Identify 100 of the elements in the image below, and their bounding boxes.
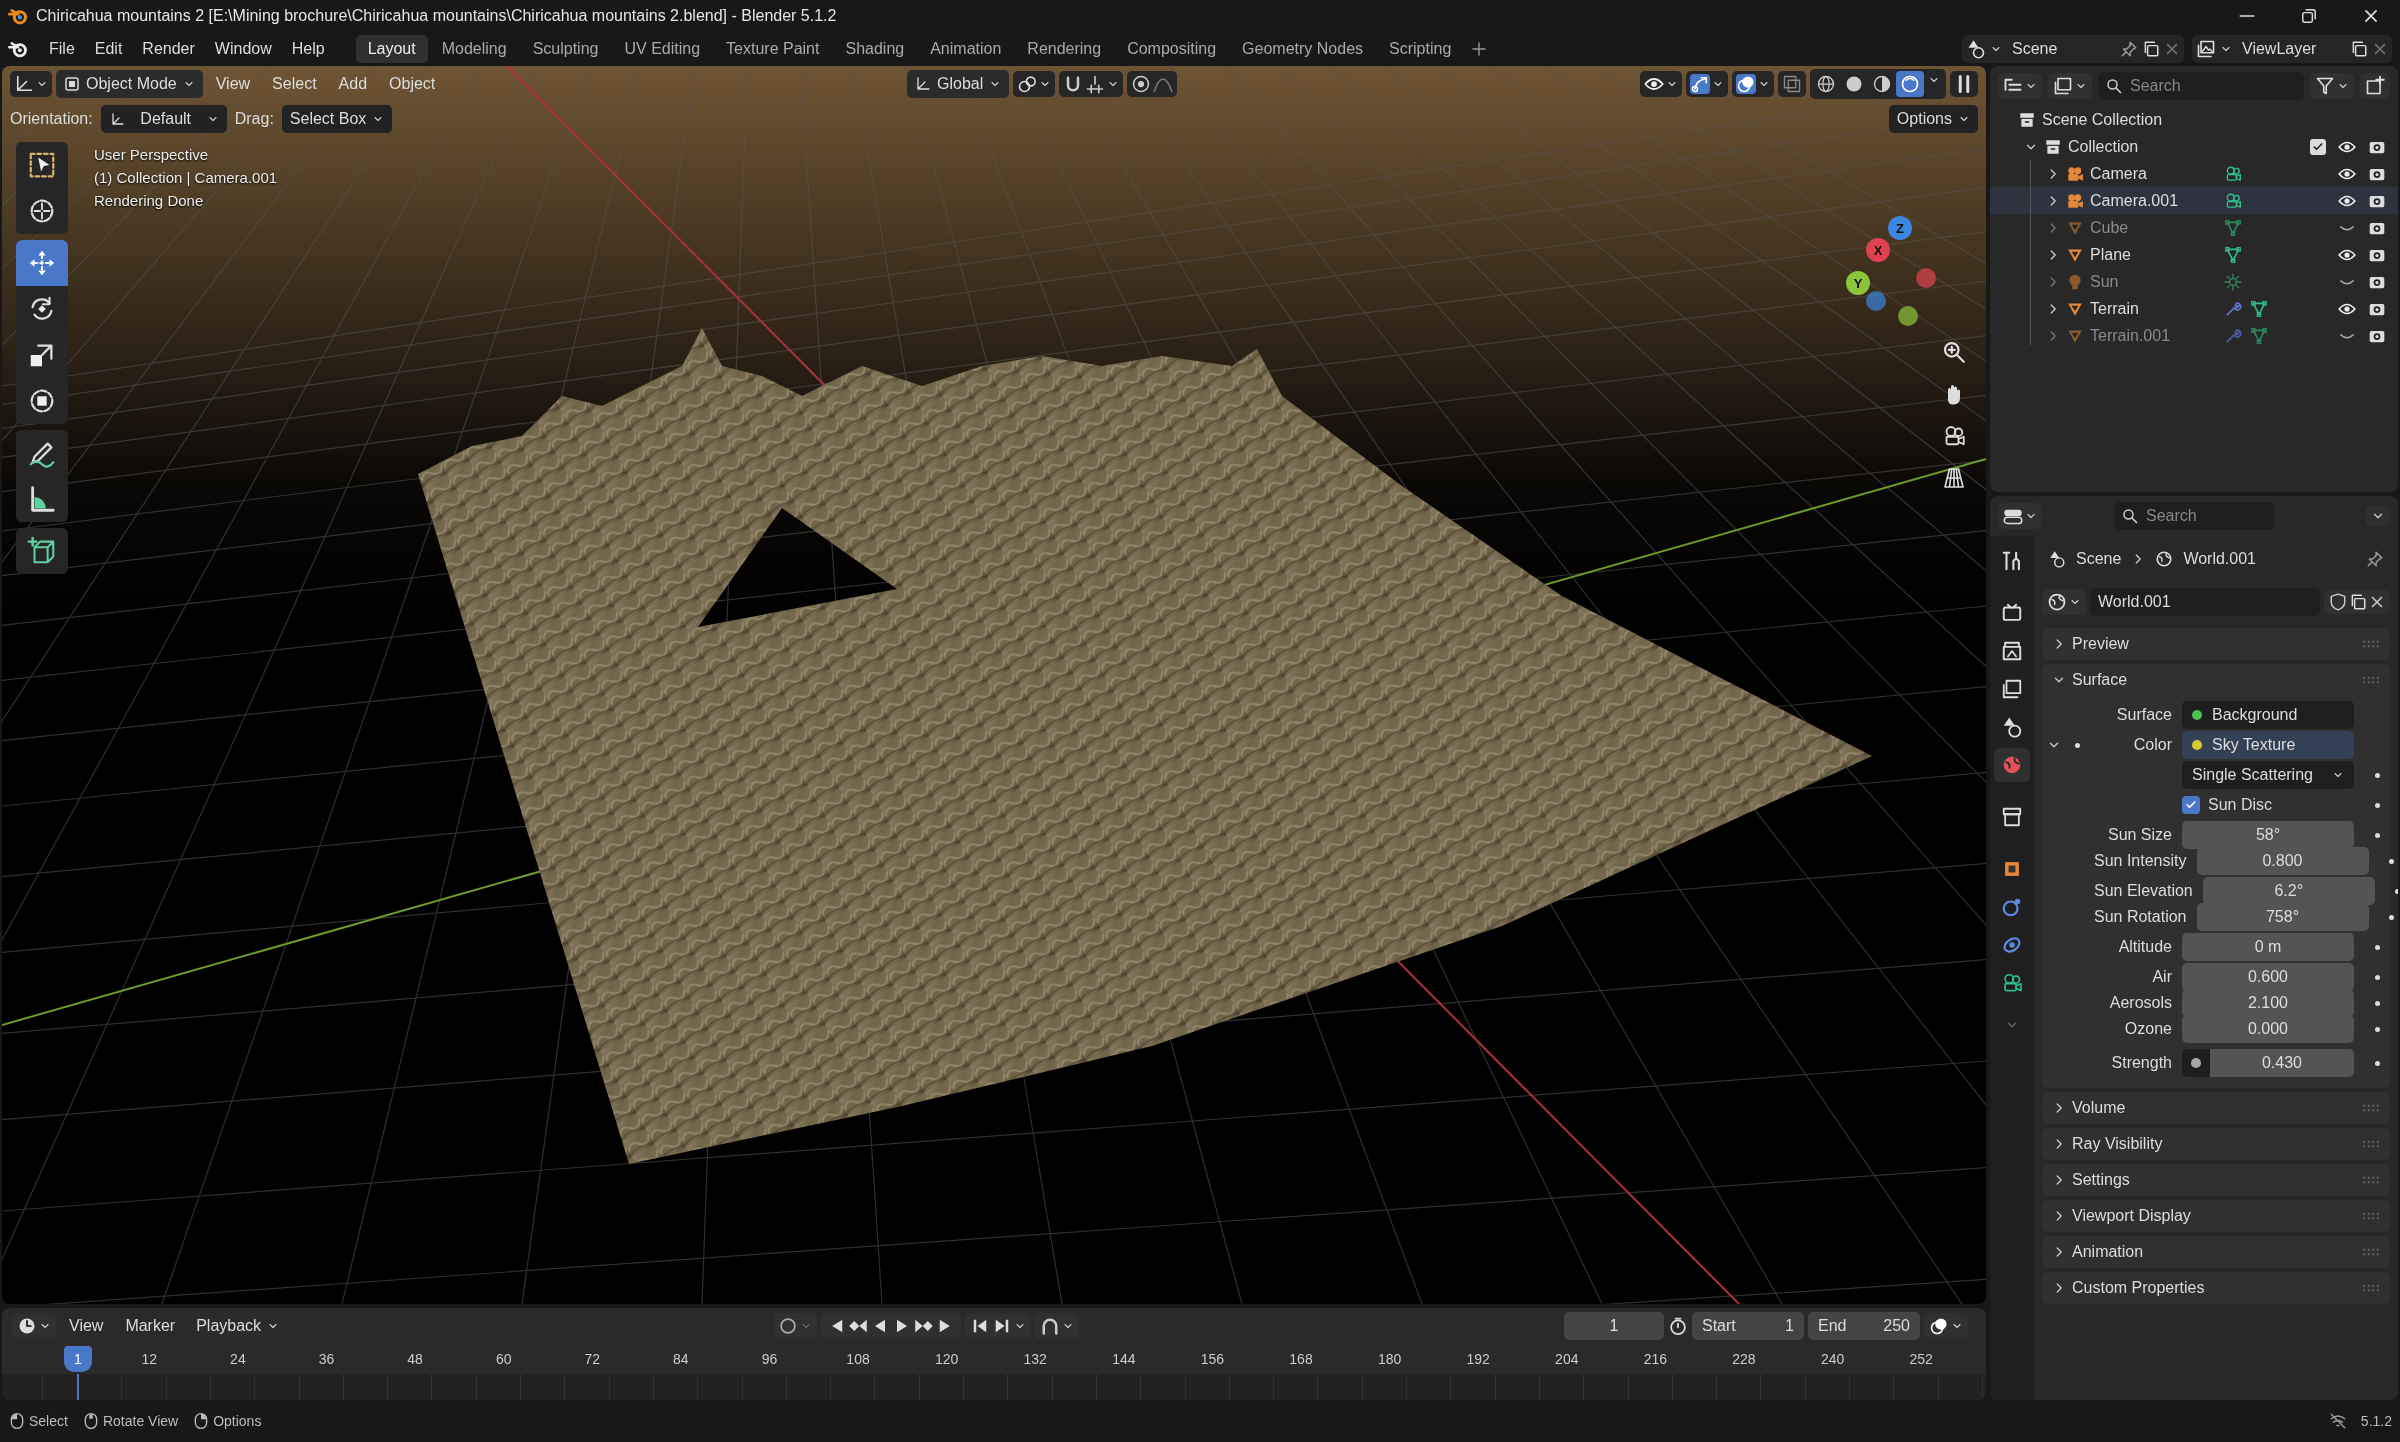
workspace-tab[interactable]: Animation (918, 35, 1014, 63)
mode-dropdown[interactable]: Object Mode (56, 70, 203, 98)
axis-dot[interactable] (1898, 306, 1918, 326)
outliner-row[interactable]: Plane (1990, 241, 2398, 268)
node-link-field[interactable]: Sky Texture (2182, 731, 2354, 759)
keyframe-dot[interactable] (2389, 914, 2394, 920)
menu-item[interactable]: Render (133, 36, 204, 62)
number-field[interactable]: 2.100 (2182, 989, 2354, 1017)
workspace-tab[interactable]: Compositing (1115, 35, 1229, 63)
outliner-row[interactable]: Sun (1990, 268, 2398, 295)
number-field[interactable]: 758° (2196, 903, 2369, 931)
number-field[interactable]: 0.600 (2182, 963, 2354, 991)
keyframe-dot[interactable] (2374, 1000, 2380, 1006)
keyframe-dot[interactable] (2374, 802, 2380, 808)
panel-header[interactable]: Animation (2042, 1236, 2390, 1268)
pin-icon[interactable] (2120, 40, 2138, 58)
workspace-tab[interactable]: Modeling (429, 35, 519, 63)
number-field[interactable]: 0.000 (2182, 1015, 2354, 1043)
menu-item[interactable]: View (206, 71, 260, 97)
scattering-dropdown[interactable]: Single Scattering (2182, 761, 2354, 789)
ring-sphere-icon[interactable] (1900, 74, 1920, 94)
orientation-dropdown[interactable]: Default (100, 105, 227, 133)
snap-grid-icon[interactable] (1085, 74, 1106, 94)
menu-item[interactable]: Add (329, 71, 377, 97)
record-icon[interactable] (777, 1316, 798, 1336)
number-field[interactable]: 58° (2182, 821, 2354, 849)
workspace-tab[interactable]: Layout (355, 35, 428, 63)
restore-icon[interactable] (2300, 7, 2318, 25)
panel-header[interactable]: Surface (2042, 664, 2390, 696)
menu-item[interactable]: Select (263, 71, 326, 97)
close-icon[interactable] (2369, 594, 2385, 610)
globe-icon[interactable] (2047, 592, 2067, 612)
outliner-row[interactable]: Scene Collection (1990, 106, 2398, 133)
close-icon[interactable] (2362, 7, 2380, 25)
grid-icon[interactable] (1942, 466, 1966, 490)
keyframe-dot[interactable] (2374, 772, 2380, 778)
image-stack-icon[interactable] (2053, 76, 2073, 96)
scene-selector[interactable]: Scene (1962, 35, 2184, 63)
zoom-icon[interactable] (1942, 340, 1966, 364)
stopwatch-icon[interactable] (1668, 1316, 1688, 1336)
options-dropdown[interactable]: Options (1888, 105, 1978, 133)
workspace-tab[interactable]: Sculpting (520, 35, 611, 63)
keyframe-dot[interactable] (2374, 1026, 2380, 1032)
outliner-row[interactable]: Terrain.001 (1990, 322, 2398, 349)
outliner-row[interactable]: Camera.001 (1990, 187, 2398, 214)
breadcrumb-item[interactable]: World.001 (2183, 550, 2256, 568)
menu-item[interactable]: Marker (116, 1313, 185, 1339)
workspace-tab[interactable]: Geometry Nodes (1230, 35, 1376, 63)
menu-item[interactable]: File (40, 36, 84, 62)
axis-dot[interactable] (1866, 291, 1886, 311)
keyframe-dot[interactable] (2395, 888, 2398, 894)
axis-dot[interactable] (1916, 268, 1936, 288)
clock-icon[interactable] (17, 1316, 37, 1336)
world-name-field[interactable]: World.001 (2090, 588, 2320, 616)
axis-label[interactable]: Y (1846, 271, 1870, 295)
number-field[interactable]: 0 m (2182, 933, 2354, 961)
3d-viewport[interactable]: Object Mode View Select Add Object Global Orientation: Default Drag: Select Box Options User Perspective (1) Collection | Camera.001 Rendering Done X Y Z (2, 66, 1986, 1304)
checkbox[interactable] (2310, 138, 2326, 155)
terrain-render[interactable] (418, 328, 1872, 1164)
start-frame-field[interactable]: Start 1 (1692, 1312, 1804, 1340)
overlapping-squares-icon[interactable] (1782, 74, 1802, 94)
menu-item[interactable]: Help (282, 36, 334, 62)
node-link-field[interactable]: Background (2182, 701, 2354, 729)
link-rings-icon[interactable] (1017, 74, 1038, 94)
curve-arrow-icon[interactable] (1690, 74, 1710, 94)
workspace-tab[interactable]: Texture Paint (714, 35, 832, 63)
panel-header[interactable]: Custom Properties (2042, 1272, 2390, 1304)
number-field[interactable]: 6.2° (2202, 877, 2375, 905)
axis-label[interactable]: Z (1888, 216, 1912, 240)
menu-item[interactable]: View (60, 1313, 113, 1339)
pin-icon[interactable] (2366, 550, 2384, 568)
panel-header[interactable]: Viewport Display (2042, 1200, 2390, 1232)
overlapping-circles-icon[interactable] (1736, 74, 1756, 94)
breadcrumb-item[interactable]: Scene (2076, 550, 2122, 568)
overlapping-circles-icon[interactable] (1929, 1316, 1949, 1336)
shield-icon[interactable] (2329, 593, 2347, 611)
workspace-tab[interactable]: UV Editing (612, 35, 713, 63)
drag-dropdown[interactable]: Select Box (281, 105, 393, 133)
keyframe-dot[interactable] (2374, 974, 2380, 980)
outliner-row[interactable]: Camera (1990, 160, 2398, 187)
wireframe-sphere-icon[interactable] (1816, 74, 1836, 94)
menu-item[interactable]: Window (205, 36, 281, 62)
solid-sphere-icon[interactable] (1844, 74, 1864, 94)
panel-header[interactable]: Volume (2042, 1092, 2390, 1124)
current-frame-field[interactable]: 1 (1564, 1312, 1664, 1340)
outliner-row[interactable]: Terrain (1990, 295, 2398, 322)
duplicate-icon[interactable] (2142, 40, 2160, 58)
panel-header[interactable]: Settings (2042, 1164, 2390, 1196)
duplicate-icon[interactable] (2350, 40, 2368, 58)
number-field[interactable]: 0.800 (2196, 847, 2369, 875)
workspace-tab[interactable]: Scripting (1377, 35, 1464, 63)
filter-icon[interactable] (2315, 76, 2335, 96)
keyframe-dot[interactable] (2389, 858, 2394, 864)
half-sphere-icon[interactable] (1872, 74, 1892, 94)
workspace-tab[interactable]: Shading (833, 35, 917, 63)
checkbox[interactable] (2182, 796, 2200, 814)
keyframe-dot[interactable] (2374, 944, 2380, 950)
outliner-row[interactable]: Collection (1990, 133, 2398, 160)
axes-icon[interactable] (14, 74, 34, 94)
workspace-tab[interactable]: Rendering (1015, 35, 1114, 63)
